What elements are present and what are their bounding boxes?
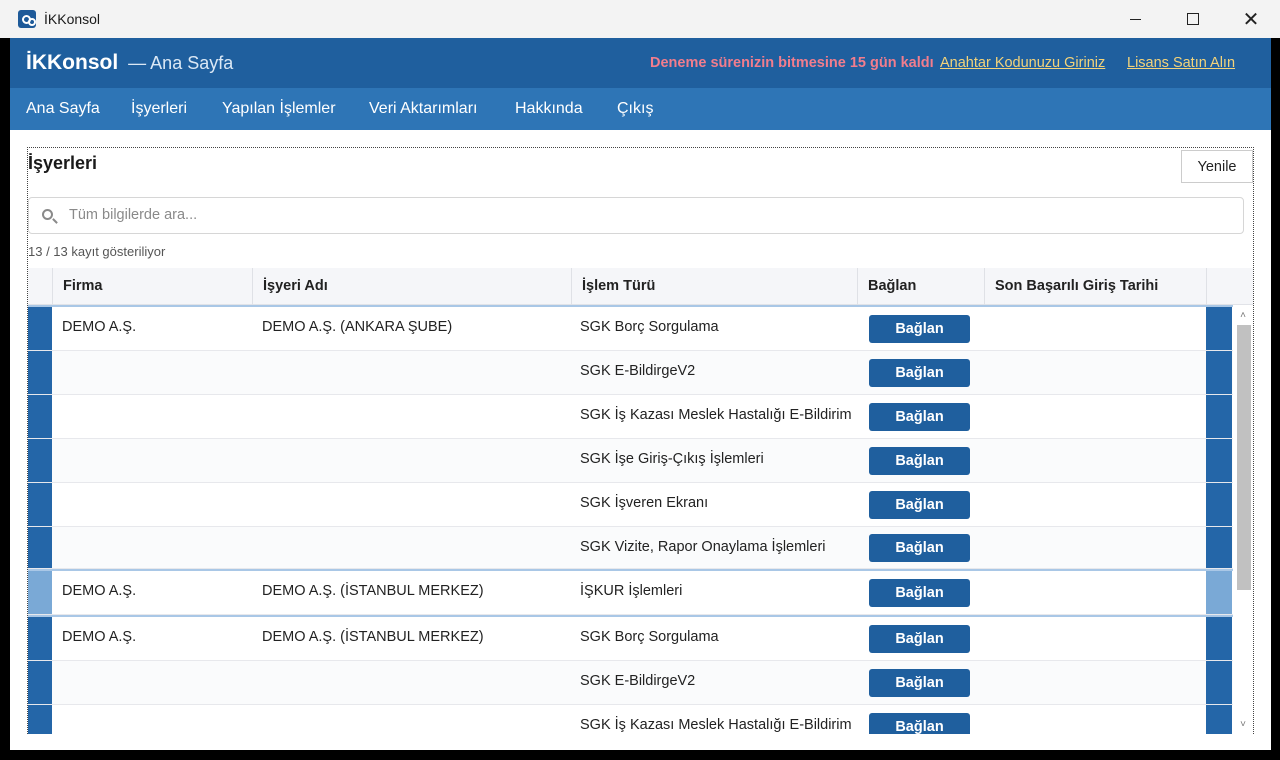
cell-islem-turu: İŞKUR İşlemleri [580,583,683,599]
row-indicator [1206,307,1232,350]
cell-isyeri-adi: DEMO A.Ş. (ANKARA ŞUBE) [262,319,453,335]
app-header: İKKonsol — Ana Sayfa Deneme sürenizin bi… [10,38,1271,88]
nav-item-ana-sayfa[interactable]: Ana Sayfa [26,100,100,118]
search-box [28,197,1244,234]
maximize-icon[interactable] [1164,0,1222,38]
table-row[interactable]: SGK E-BildirgeV2 Bağlan [28,351,1233,395]
row-indicator [28,483,52,526]
table-row[interactable]: SGK İşe Giriş-Çıkış İşlemleri Bağlan [28,439,1233,483]
row-indicator [1206,483,1232,526]
table-row[interactable]: SGK Vizite, Rapor Onaylama İşlemleri Bağ… [28,527,1233,569]
table-row[interactable]: SGK İş Kazası Meslek Hastalığı E-Bildiri… [28,705,1233,734]
content-area: İşyerleri Yenile 13 / 13 kayıt gösterili… [10,130,1271,750]
scroll-up-icon[interactable]: ˄ [1238,310,1248,321]
cell-islem-turu: SGK Vizite, Rapor Onaylama İşlemleri [580,539,826,555]
nav-item-yapilan-islemler[interactable]: Yapılan İşlemler [222,100,336,118]
table-row[interactable]: DEMO A.Ş. DEMO A.Ş. (ANKARA ŞUBE) SGK Bo… [28,307,1233,351]
row-indicator [28,395,52,438]
row-indicator [28,617,52,660]
app-logo-icon [18,10,36,28]
workplaces-grid: Firma İşyeri Adı İşlem Türü Bağlan Son B… [28,268,1253,734]
table-row[interactable]: SGK E-BildirgeV2 Bağlan [28,661,1233,705]
close-icon[interactable]: ✕ [1222,0,1280,38]
cell-islem-turu: SGK İş Kazası Meslek Hastalığı E-Bildiri… [580,717,852,733]
connect-button[interactable]: Bağlan [869,579,970,607]
cell-islem-turu: SGK E-BildirgeV2 [580,363,696,379]
column-header-spacer [1206,268,1233,305]
connect-button[interactable]: Bağlan [869,534,970,562]
cell-islem-turu: SGK E-BildirgeV2 [580,673,696,689]
cell-islem-turu: SGK İş Kazası Meslek Hastalığı E-Bildiri… [580,407,852,423]
cell-isyeri-adi: DEMO A.Ş. (İSTANBUL MERKEZ) [262,583,484,599]
row-indicator [1206,617,1232,660]
row-indicator [1206,351,1232,394]
column-header-isyeri-adi[interactable]: İşyeri Adı [252,268,571,305]
row-indicator [28,439,52,482]
connect-button[interactable]: Bağlan [869,315,970,343]
minimize-icon[interactable] [1106,0,1164,38]
cell-firma: DEMO A.Ş. [62,319,137,335]
row-indicator [28,307,52,350]
connect-button[interactable]: Bağlan [869,403,970,431]
row-indicator [28,351,52,394]
row-indicator [1206,705,1232,734]
cell-islem-turu: SGK Borç Sorgulama [580,319,719,335]
grid-body: DEMO A.Ş. DEMO A.Ş. (ANKARA ŞUBE) SGK Bo… [28,305,1233,734]
row-indicator [28,527,52,568]
window-titlebar: İKKonsol ✕ [0,0,1280,38]
table-row[interactable]: DEMO A.Ş. DEMO A.Ş. (İSTANBUL MERKEZ) SG… [28,617,1233,661]
connect-button[interactable]: Bağlan [869,359,970,387]
row-indicator [1206,395,1232,438]
record-count: 13 / 13 kayıt gösteriliyor [28,244,166,259]
connect-button[interactable]: Bağlan [869,625,970,653]
refresh-button[interactable]: Yenile [1181,150,1253,183]
table-row[interactable]: SGK İş Kazası Meslek Hastalığı E-Bildiri… [28,395,1233,439]
nav-item-isyerleri[interactable]: İşyerleri [131,100,187,118]
cell-islem-turu: SGK Borç Sorgulama [580,629,719,645]
row-indicator [28,571,52,614]
search-icon [42,209,53,220]
row-indicator [1206,571,1232,614]
column-header-baglan[interactable]: Bağlan [857,268,984,305]
row-indicator [1206,527,1232,568]
panel-title: İşyerleri [28,153,98,173]
scrollbar-thumb[interactable] [1237,325,1251,590]
cell-islem-turu: SGK İşveren Ekranı [580,495,709,511]
row-indicator [1206,439,1232,482]
buy-license-link[interactable]: Lisans Satın Alın [1127,55,1235,71]
nav-item-cikis[interactable]: Çıkış [617,100,653,118]
window-title: İKKonsol [44,11,101,27]
table-row[interactable]: SGK İşveren Ekranı Bağlan [28,483,1233,527]
trial-notice: Deneme sürenizin bitmesine 15 gün kaldı [650,55,934,71]
cell-firma: DEMO A.Ş. [62,629,137,645]
row-indicator [28,705,52,734]
nav-item-hakkinda[interactable]: Hakkında [515,100,583,118]
search-input[interactable] [69,207,1229,223]
nav-item-veri-aktarimlari[interactable]: Veri Aktarımları [369,100,477,118]
connect-button[interactable]: Bağlan [869,447,970,475]
enter-key-link[interactable]: Anahtar Kodunuzu Giriniz [940,55,1105,71]
scroll-down-icon[interactable]: ˅ [1238,719,1248,730]
cell-firma: DEMO A.Ş. [62,583,137,599]
table-row-selected[interactable]: DEMO A.Ş. DEMO A.Ş. (İSTANBUL MERKEZ) İŞ… [28,571,1233,615]
vertical-scrollbar[interactable]: ˄ ˅ [1233,305,1253,734]
column-header-son-giris[interactable]: Son Başarılı Giriş Tarihi [984,268,1206,305]
window-controls: ✕ [1106,0,1280,38]
page-subtitle: — Ana Sayfa [128,52,234,73]
brand-title: İKKonsol [26,51,119,74]
workplaces-panel: İşyerleri Yenile 13 / 13 kayıt gösterili… [27,147,1254,734]
connect-button[interactable]: Bağlan [869,713,970,734]
grid-header: Firma İşyeri Adı İşlem Türü Bağlan Son B… [28,268,1253,305]
main-nav: Ana Sayfa İşyerleri Yapılan İşlemler Ver… [10,88,1271,130]
column-header-firma[interactable]: Firma [52,268,252,305]
column-header-islem-turu[interactable]: İşlem Türü [571,268,857,305]
cell-islem-turu: SGK İşe Giriş-Çıkış İşlemleri [580,451,764,467]
connect-button[interactable]: Bağlan [869,669,970,697]
connect-button[interactable]: Bağlan [869,491,970,519]
cell-isyeri-adi: DEMO A.Ş. (İSTANBUL MERKEZ) [262,629,484,645]
row-indicator [28,661,52,704]
row-indicator [1206,661,1232,704]
